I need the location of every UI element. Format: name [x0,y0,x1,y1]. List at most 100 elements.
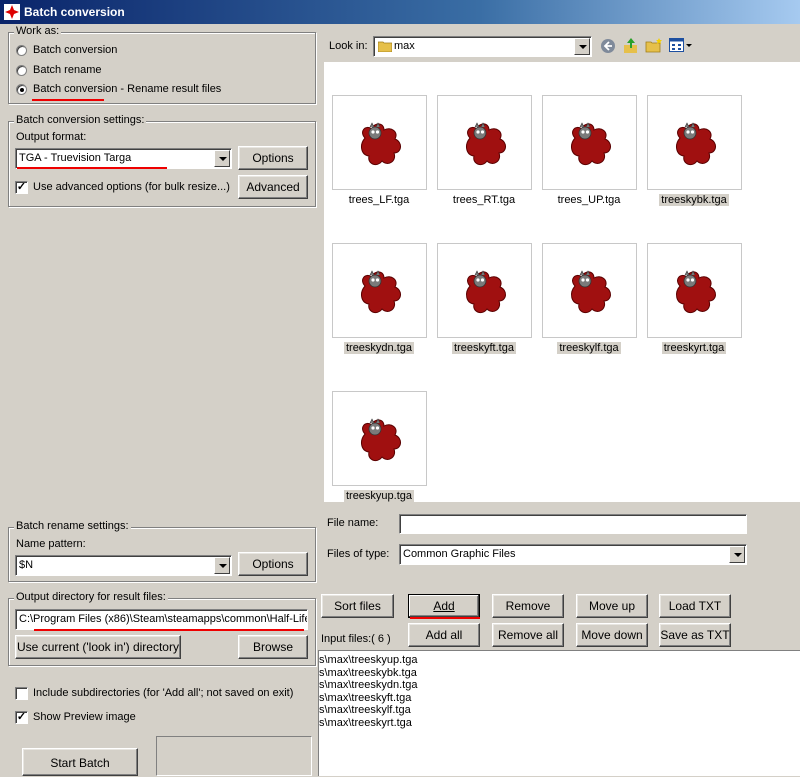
irfanview-file-icon [676,270,716,314]
checkbox-label: Show Preview image [33,711,136,723]
checkbox-checked[interactable]: ✓ [15,181,28,194]
advanced-options-checkbox[interactable]: ✓ Use advanced options (for bulk resize.… [15,180,235,196]
window-title: Batch conversion [24,5,125,19]
file-thumbnail[interactable] [647,95,742,190]
checkbox-checked[interactable]: ✓ [15,711,28,724]
advanced-button[interactable]: Advanced [238,175,308,199]
load-txt-button[interactable]: Load TXT [659,594,731,618]
file-thumbnail-item[interactable]: treeskybk.tga [647,95,747,225]
list-item[interactable]: s\max\treeskydn.tga [319,679,800,692]
show-preview-checkbox[interactable]: ✓ Show Preview image [15,710,215,726]
irfanview-file-icon [571,122,611,166]
checkbox-label: Include subdirectories (for 'Add all'; n… [33,687,294,699]
preview-image-box [156,736,312,776]
rename-options-button[interactable]: Options [238,552,308,576]
rename-settings-legend: Batch rename settings: [14,520,131,532]
file-thumbnail-item[interactable]: trees_LF.tga [332,95,432,225]
chevron-down-icon[interactable] [214,557,230,574]
browse-button[interactable]: Browse [238,635,308,659]
input-files-list[interactable]: s\max\treeskyup.tga s\max\treeskybk.tga s\… [318,650,800,776]
add-all-button[interactable]: Add all [408,623,480,647]
file-browser-pane[interactable]: trees_LF.tga trees_RT.tga trees_UP.tga tree… [324,62,800,502]
radio-label: Batch conversion - Rename result files [33,83,222,95]
file-thumbnail-item[interactable]: trees_RT.tga [437,95,537,225]
chevron-down-icon[interactable] [574,38,590,55]
checkbox-label: Use advanced options (for bulk resize...… [33,181,230,193]
remove-button[interactable]: Remove [492,594,564,618]
title-bar[interactable]: Batch conversion [0,0,800,24]
file-thumbnail-item[interactable]: trees_UP.tga [542,95,642,225]
move-down-button[interactable]: Move down [576,623,648,647]
file-name-input[interactable] [399,514,747,534]
file-name-text: trees_LF.tga [348,194,410,206]
file-thumbnail[interactable] [332,243,427,338]
list-item[interactable]: s\max\treeskyup.tga [319,654,800,667]
list-item[interactable]: s\max\treeskylf.tga [319,704,800,717]
radio-button[interactable] [16,65,27,76]
name-pattern-value: $N [19,559,34,571]
irfanview-file-icon [361,270,401,314]
file-name-caption: trees_UP.tga [539,194,639,206]
folder-icon [378,41,392,52]
add-button[interactable]: Add [408,594,480,618]
file-thumbnail[interactable] [542,243,637,338]
radio-button[interactable] [16,45,27,56]
chevron-down-icon[interactable] [729,546,745,563]
file-name-text: treeskyup.tga [343,490,415,502]
radio-label: Batch conversion [33,44,118,56]
output-format-select[interactable]: TGA - Truevision Targa [15,148,232,169]
radio-batch-conversion-rename[interactable]: Batch conversion - Rename result files [16,82,306,98]
file-thumbnail[interactable] [332,95,427,190]
view-menu-icon[interactable] [669,38,693,53]
file-thumbnail-item[interactable]: treeskyft.tga [437,243,537,373]
highlight-underline [34,629,304,631]
sort-files-button[interactable]: Sort files [321,594,394,618]
back-icon[interactable] [600,38,616,54]
list-item[interactable]: s\max\treeskybk.tga [319,667,800,680]
file-name-text: treeskyft.tga [452,342,516,354]
checkbox-unchecked[interactable] [15,687,28,700]
output-directory-input[interactable]: C:\Program Files (x86)\Steam\steamapps\c… [15,609,308,630]
file-name-caption: treeskybk.tga [644,194,744,206]
files-of-type-label: Files of type: [327,548,390,560]
radio-batch-conversion[interactable]: Batch conversion [16,43,216,59]
include-subdirectories-checkbox[interactable]: Include subdirectories (for 'Add all'; n… [15,686,310,702]
file-thumbnail[interactable] [647,243,742,338]
file-thumbnail-item[interactable]: treeskyrt.tga [647,243,747,373]
up-folder-icon[interactable] [623,37,639,54]
irfanview-file-icon [676,122,716,166]
files-of-type-select[interactable]: Common Graphic Files [399,544,747,565]
radio-button-selected[interactable] [16,84,27,95]
list-item[interactable]: s\max\treeskyrt.tga [319,717,800,730]
use-current-directory-button[interactable]: Use current ('look in') directory [15,635,181,659]
list-item[interactable]: s\max\treeskyft.tga [319,692,800,705]
file-thumbnail[interactable] [332,391,427,486]
name-pattern-input[interactable]: $N [15,555,232,576]
file-thumbnail-item[interactable]: treeskyup.tga [332,391,432,521]
radio-batch-rename[interactable]: Batch rename [16,63,216,79]
file-thumbnail-item[interactable]: treeskydn.tga [332,243,432,373]
file-name-caption: treeskyft.tga [434,342,534,354]
file-name-text: treeskylf.tga [557,342,621,354]
file-thumbnail[interactable] [542,95,637,190]
look-in-value: max [394,40,415,52]
save-as-txt-button[interactable]: Save as TXT [659,623,731,647]
start-batch-button[interactable]: Start Batch [22,748,138,776]
radio-label: Batch rename [33,64,102,76]
remove-all-button[interactable]: Remove all [492,623,564,647]
new-folder-icon[interactable] [645,37,663,54]
highlight-underline [32,99,104,101]
file-thumbnail-item[interactable]: treeskylf.tga [542,243,642,373]
highlight-underline [410,617,480,619]
output-format-options-button[interactable]: Options [238,146,308,170]
file-name-text: trees_UP.tga [557,194,621,206]
files-of-type-value: Common Graphic Files [403,548,516,560]
output-directory-legend: Output directory for result files: [14,591,168,603]
look-in-select[interactable]: max [373,36,592,57]
file-name-text: treeskybk.tga [659,194,729,206]
file-thumbnail[interactable] [437,243,532,338]
file-thumbnail[interactable] [437,95,532,190]
add-button-label: Add [433,599,455,613]
move-up-button[interactable]: Move up [576,594,648,618]
chevron-down-icon[interactable] [214,150,230,167]
